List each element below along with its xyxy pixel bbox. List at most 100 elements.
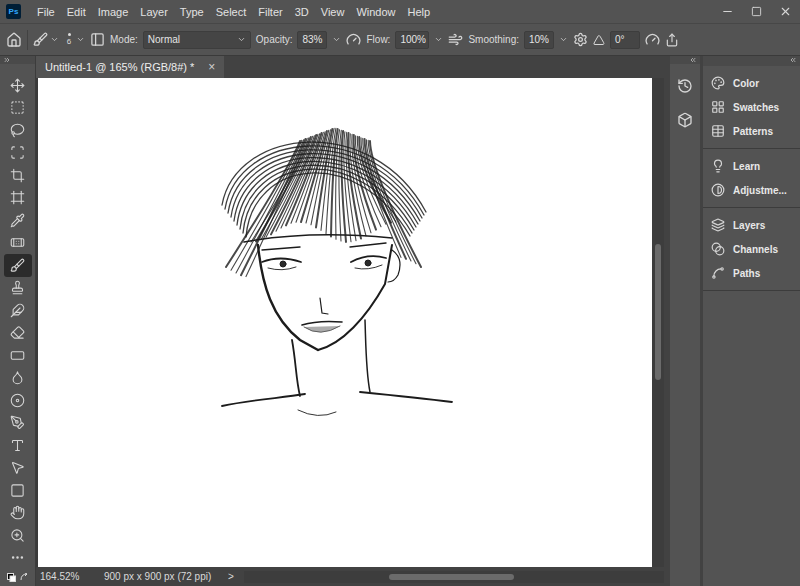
- opacity-pressure-button[interactable]: [346, 32, 361, 47]
- ellipsis-icon[interactable]: [10, 550, 25, 565]
- menu-item[interactable]: Help: [402, 6, 437, 18]
- tool-preset-picker[interactable]: [33, 32, 59, 47]
- adjustments-icon[interactable]: [711, 183, 725, 197]
- zoom-tool-icon[interactable]: [10, 528, 25, 543]
- chevron-down-icon[interactable]: [76, 35, 85, 44]
- mode-select[interactable]: Normal: [143, 31, 251, 49]
- panel-item[interactable]: Swatches: [703, 95, 800, 119]
- angle-control[interactable]: [593, 34, 605, 46]
- size-pressure-button[interactable]: [645, 32, 660, 47]
- tool-button[interactable]: [4, 457, 32, 480]
- canvas[interactable]: [36, 78, 652, 567]
- menu-item[interactable]: Window: [350, 6, 401, 18]
- patterns-icon[interactable]: [711, 124, 725, 138]
- tool-button[interactable]: [4, 97, 32, 120]
- angle-field[interactable]: 0°: [610, 31, 640, 49]
- history-icon[interactable]: [677, 78, 693, 94]
- history-brush-tool-icon[interactable]: [10, 303, 25, 318]
- tool-button[interactable]: [4, 524, 32, 547]
- hand-tool-icon[interactable]: [10, 505, 25, 520]
- tool-button[interactable]: [4, 299, 32, 322]
- type-tool-icon[interactable]: [10, 438, 25, 453]
- tab-close-button[interactable]: ×: [208, 60, 215, 74]
- panels-header[interactable]: [703, 56, 800, 66]
- layers-icon[interactable]: [711, 218, 725, 232]
- collapse-icon[interactable]: [689, 56, 697, 64]
- pressure-icon[interactable]: [346, 32, 361, 47]
- brush-settings-icon[interactable]: [90, 32, 105, 47]
- tool-button[interactable]: [4, 344, 32, 367]
- status-menu-arrow[interactable]: >: [228, 571, 238, 582]
- minimize-button[interactable]: [713, 0, 742, 24]
- symmetry-icon[interactable]: [665, 33, 679, 47]
- expand-icon[interactable]: [3, 56, 11, 64]
- path-selection-tool-icon[interactable]: [10, 460, 25, 475]
- healing-brush-tool-icon[interactable]: [10, 235, 25, 250]
- panel-item[interactable]: Layers: [703, 213, 800, 237]
- tool-button[interactable]: [4, 322, 32, 345]
- move-tool-icon[interactable]: [10, 78, 25, 93]
- default-colors-icon[interactable]: [7, 573, 16, 582]
- brush-settings-button[interactable]: [90, 32, 105, 47]
- lightbulb-icon[interactable]: [711, 159, 725, 173]
- chevron-down-icon[interactable]: [50, 35, 59, 44]
- cube-icon[interactable]: [677, 112, 693, 128]
- menu-item[interactable]: Type: [174, 6, 210, 18]
- tools-panel-header[interactable]: [0, 56, 35, 64]
- channels-icon[interactable]: [711, 242, 725, 256]
- tool-button[interactable]: [4, 187, 32, 210]
- close-button[interactable]: [771, 0, 800, 24]
- menu-item[interactable]: Edit: [61, 6, 92, 18]
- airbrush-button[interactable]: [448, 32, 463, 47]
- panel-item[interactable]: Paths: [703, 261, 800, 285]
- minimize-icon[interactable]: [721, 5, 734, 18]
- history-panel-button[interactable]: [677, 74, 693, 98]
- palette-icon[interactable]: [711, 76, 725, 90]
- restore-icon[interactable]: [751, 6, 762, 17]
- color-swatches[interactable]: [7, 569, 29, 586]
- crop-tool-icon[interactable]: [10, 168, 25, 183]
- menu-item[interactable]: Filter: [252, 6, 288, 18]
- menu-item[interactable]: View: [315, 6, 351, 18]
- swatches-icon[interactable]: [711, 100, 725, 114]
- horizontal-scrollbar[interactable]: [244, 571, 664, 583]
- column-header[interactable]: [670, 56, 700, 64]
- object-select-tool-icon[interactable]: [10, 145, 25, 160]
- menu-item[interactable]: Layer: [134, 6, 174, 18]
- pressure-icon[interactable]: [645, 32, 660, 47]
- lasso-tool-icon[interactable]: [10, 123, 25, 138]
- pen-tool-icon[interactable]: [10, 415, 25, 430]
- flow-field[interactable]: 100%: [395, 31, 429, 49]
- tool-button[interactable]: [4, 412, 32, 435]
- opacity-field[interactable]: 83%: [297, 31, 327, 49]
- tool-button[interactable]: [4, 254, 32, 277]
- document-tab[interactable]: Untitled-1 @ 165% (RGB/8#) *×: [36, 56, 224, 78]
- symmetry-button[interactable]: [665, 33, 679, 47]
- tool-button[interactable]: [4, 164, 32, 187]
- tool-button[interactable]: [4, 389, 32, 412]
- eyedropper-tool-icon[interactable]: [10, 213, 25, 228]
- tool-button[interactable]: [4, 479, 32, 502]
- panel-item[interactable]: Patterns: [703, 119, 800, 143]
- collapse-icon[interactable]: [789, 56, 797, 64]
- rectangle-tool-icon[interactable]: [10, 483, 25, 498]
- menu-item[interactable]: Select: [210, 6, 253, 18]
- tool-button[interactable]: [4, 367, 32, 390]
- smoothing-settings-button[interactable]: [573, 32, 588, 47]
- tool-button[interactable]: [4, 277, 32, 300]
- chevron-down-icon[interactable]: [559, 35, 568, 44]
- tool-button[interactable]: [4, 434, 32, 457]
- menu-item[interactable]: File: [31, 6, 61, 18]
- zoom-level[interactable]: 164.52%: [40, 571, 104, 582]
- brush-size[interactable]: 6: [64, 33, 74, 46]
- brush-icon[interactable]: [33, 32, 48, 47]
- chevron-down-icon[interactable]: [237, 35, 246, 44]
- chevron-down-icon[interactable]: [434, 35, 443, 44]
- gear-icon[interactable]: [573, 32, 588, 47]
- blur-tool-icon[interactable]: [10, 370, 25, 385]
- home-icon[interactable]: [6, 32, 22, 48]
- tool-button[interactable]: [4, 209, 32, 232]
- chevron-down-icon[interactable]: [332, 35, 341, 44]
- tool-button[interactable]: [4, 232, 32, 255]
- tool-button[interactable]: [4, 502, 32, 525]
